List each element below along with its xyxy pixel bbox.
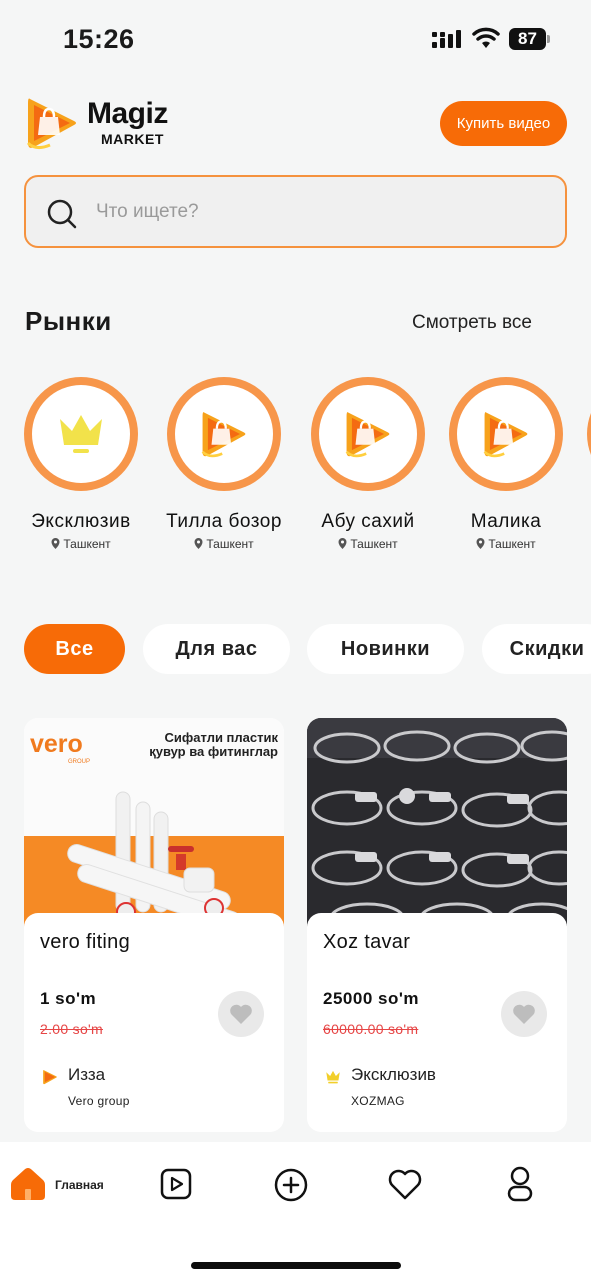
magiz-logo-icon bbox=[201, 412, 246, 458]
search-bar[interactable] bbox=[24, 175, 567, 248]
add-icon[interactable] bbox=[274, 1168, 308, 1202]
profile-icon[interactable] bbox=[506, 1166, 534, 1202]
location-pin-icon bbox=[194, 538, 203, 549]
product-market: Изза bbox=[68, 1065, 106, 1084]
product-old-price: 2.00 so'm bbox=[40, 1021, 103, 1037]
cellular-signal-icon bbox=[432, 30, 461, 48]
market-location: Ташкент bbox=[11, 537, 151, 551]
market-name: Эксклюзив bbox=[31, 511, 131, 532]
location-pin-icon bbox=[476, 538, 485, 549]
product-old-price: 60000.00 so'm bbox=[323, 1021, 419, 1037]
battery-icon: 87 bbox=[509, 28, 551, 50]
filter-chip-for-you[interactable]: Для вас bbox=[143, 624, 290, 674]
image-caption-line-1: Сифатли пластик bbox=[165, 730, 279, 745]
market-avatar bbox=[24, 377, 138, 491]
market-avatar bbox=[311, 377, 425, 491]
product-card-body: vero fiting 1 so'm 2.00 so'm Изза Vero g… bbox=[24, 913, 284, 1132]
magiz-logo-icon bbox=[345, 412, 390, 458]
logo-title: Magiz bbox=[87, 97, 168, 130]
crown-icon bbox=[326, 1070, 340, 1084]
favorites-icon[interactable] bbox=[388, 1169, 422, 1200]
image-caption-line-2: қувур ва фитинглар bbox=[149, 744, 278, 759]
market-avatar bbox=[167, 377, 281, 491]
product-market: Эксклюзив bbox=[351, 1065, 436, 1084]
market-location: Ташкент bbox=[298, 537, 438, 551]
market-name: Абу сахий bbox=[321, 511, 415, 532]
market-item-partial[interactable] bbox=[587, 377, 591, 491]
market-name: Тилла бозор bbox=[166, 511, 282, 532]
nav-home-label[interactable]: Главная bbox=[55, 1178, 104, 1192]
see-all-markets-link[interactable]: Смотреть все bbox=[412, 312, 532, 334]
app-logo: Magiz MARKET bbox=[24, 95, 194, 153]
product-card-body: Xoz tavar 25000 so'm 60000.00 so'm Экскл… bbox=[307, 913, 567, 1132]
magiz-logo-icon bbox=[26, 98, 76, 150]
market-location: Ташкент bbox=[154, 537, 294, 551]
search-input[interactable] bbox=[96, 195, 536, 229]
location-pin-icon bbox=[51, 538, 60, 549]
filter-chip-all[interactable]: Все bbox=[24, 624, 125, 674]
status-bar: 15:26 87 bbox=[0, 0, 591, 80]
logo-subtitle: MARKET bbox=[101, 131, 164, 147]
product-title: vero fiting bbox=[40, 931, 131, 953]
filter-chip-new[interactable]: Новинки bbox=[307, 624, 464, 674]
wifi-icon bbox=[472, 27, 500, 48]
product-seller: XOZMAG bbox=[351, 1094, 405, 1108]
market-location: Ташкент bbox=[436, 537, 576, 551]
bottom-nav: Главная bbox=[0, 1142, 591, 1280]
location-pin-icon bbox=[338, 538, 347, 549]
product-card[interactable]: Xoz tavar 25000 so'm 60000.00 so'm Экскл… bbox=[307, 718, 567, 1132]
magiz-logo-icon bbox=[483, 412, 528, 458]
home-icon[interactable] bbox=[10, 1167, 46, 1201]
product-card[interactable]: vero GROUP Сифатли пластик қувур ва фити… bbox=[24, 718, 284, 1132]
magiz-logo-icon bbox=[43, 1070, 57, 1085]
markets-title: Рынки bbox=[25, 306, 112, 336]
crown-icon bbox=[60, 415, 102, 453]
product-image: vero GROUP Сифатли пластик қувур ва фити… bbox=[24, 718, 284, 933]
search-icon bbox=[47, 199, 77, 229]
favorite-button[interactable] bbox=[218, 991, 264, 1037]
heart-icon bbox=[513, 1004, 535, 1024]
market-name: Малика bbox=[470, 511, 542, 532]
video-icon[interactable] bbox=[160, 1168, 192, 1200]
product-price: 1 so'm bbox=[40, 989, 97, 1008]
product-seller: Vero group bbox=[68, 1094, 130, 1108]
product-title: Xoz tavar bbox=[323, 931, 411, 953]
battery-level: 87 bbox=[509, 28, 546, 50]
favorite-button[interactable] bbox=[501, 991, 547, 1037]
product-price: 25000 so'm bbox=[323, 989, 419, 1008]
filter-chip-discounts[interactable]: Скидки bbox=[482, 624, 591, 674]
home-indicator bbox=[191, 1262, 401, 1269]
market-avatar bbox=[449, 377, 563, 491]
brand-logo-text: vero bbox=[30, 730, 83, 758]
product-image bbox=[307, 718, 567, 934]
filter-chip-discounts-wrap: Скидки bbox=[482, 624, 591, 674]
heart-icon bbox=[230, 1004, 252, 1024]
buy-video-button[interactable]: Купить видео bbox=[440, 101, 567, 146]
brand-logo-sub: GROUP bbox=[68, 759, 90, 765]
status-time: 15:26 bbox=[63, 24, 135, 54]
